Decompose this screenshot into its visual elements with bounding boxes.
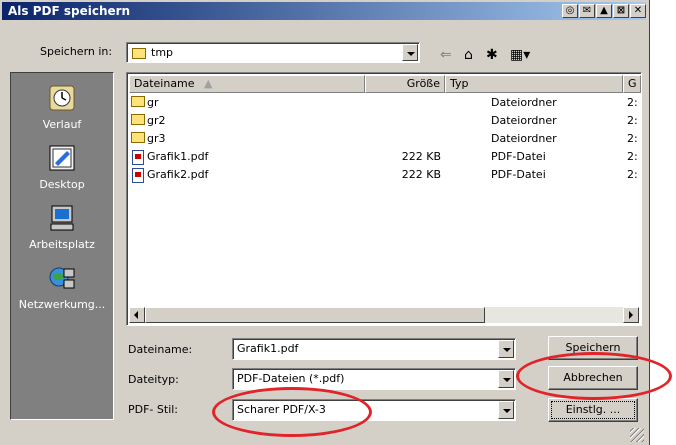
minimize-icon[interactable]: ⊠ [613, 4, 629, 18]
file-type: PDF-Datei [491, 150, 546, 163]
save-in-dropdown[interactable]: tmp [126, 42, 420, 63]
filename-label: Dateiname: [128, 343, 193, 356]
file-name: gr3 [147, 132, 166, 145]
file-name: gr2 [147, 114, 166, 127]
close-icon[interactable]: ✕ [630, 4, 646, 18]
list-item[interactable]: Grafik2.pdf 222 KB PDF-Datei 2: [129, 167, 641, 183]
chevron-down-icon[interactable] [402, 44, 418, 61]
scroll-thumb[interactable] [145, 307, 485, 323]
chevron-down-icon[interactable] [498, 370, 514, 388]
file-date: 2: [627, 168, 638, 181]
file-type: Dateiordner [491, 96, 557, 109]
dialog-title: Als PDF speichern [8, 4, 131, 18]
column-header-date[interactable]: G [623, 75, 641, 93]
file-name: Grafik2.pdf [147, 168, 209, 181]
place-history[interactable]: Verlauf [11, 83, 113, 131]
sort-ascending-icon: ▲ [204, 77, 213, 90]
settings-button[interactable]: Einstlg. ... [548, 398, 638, 422]
folder-icon [131, 132, 145, 143]
filetype-label: Dateityp: [128, 373, 179, 386]
folder-icon [131, 114, 145, 125]
place-my-computer-label: Arbeitsplatz [29, 238, 95, 251]
filename-value: Grafik1.pdf [237, 342, 299, 355]
filename-input[interactable]: Grafik1.pdf [232, 338, 516, 360]
save-in-label: Speichern in: [40, 45, 113, 58]
list-item[interactable]: gr Dateiordner 2: [129, 95, 641, 111]
scroll-left-icon[interactable] [129, 307, 145, 323]
file-size: 222 KB [401, 150, 441, 163]
file-date: 2: [627, 114, 638, 127]
places-bar: Verlauf Desktop Arbeitsplatz Netzwerkumg… [10, 72, 114, 420]
place-history-label: Verlauf [42, 118, 82, 131]
file-size: 222 KB [401, 168, 441, 181]
file-type: Dateiordner [491, 114, 557, 127]
title-bar[interactable]: Als PDF speichern ◎ ✉ ▲ ⊠ ✕ [2, 2, 646, 20]
pdf-file-icon [132, 150, 144, 165]
folder-icon [131, 96, 145, 107]
history-icon [49, 85, 75, 111]
column-header-type[interactable]: Typ [445, 75, 623, 93]
file-date: 2: [627, 150, 638, 163]
network-icon [49, 267, 75, 289]
desktop-icon [49, 145, 75, 171]
place-network[interactable]: Netzwerkumg... [11, 263, 113, 311]
folder-icon [132, 48, 146, 59]
column-header-size[interactable]: Größe [365, 75, 445, 93]
annotation-circle-pdf-style [212, 387, 372, 437]
up-folder-icon[interactable]: ⌂ [464, 47, 473, 63]
file-list[interactable]: Dateiname ▲ Größe Typ G gr Dateiordner 2… [126, 72, 642, 326]
resize-grip-icon[interactable] [630, 428, 644, 442]
chevron-down-icon[interactable] [498, 401, 514, 419]
my-computer-icon [50, 205, 74, 231]
rollup-icon[interactable]: ▲ [596, 4, 612, 18]
file-type: PDF-Datei [491, 168, 546, 181]
place-my-computer[interactable]: Arbeitsplatz [11, 203, 113, 251]
list-item[interactable]: gr2 Dateiordner 2: [129, 113, 641, 129]
file-date: 2: [627, 96, 638, 109]
list-item[interactable]: gr3 Dateiordner 2: [129, 131, 641, 147]
place-network-label: Netzwerkumg... [18, 298, 106, 311]
chevron-down-icon[interactable] [498, 340, 514, 358]
place-desktop[interactable]: Desktop [11, 143, 113, 191]
file-type: Dateiordner [491, 132, 557, 145]
context-help-icon[interactable]: ◎ [562, 4, 578, 18]
file-date: 2: [627, 132, 638, 145]
new-folder-icon[interactable]: ✱ [486, 47, 498, 63]
scroll-right-icon[interactable] [623, 307, 639, 323]
file-name: Grafik1.pdf [147, 150, 209, 163]
place-desktop-label: Desktop [39, 178, 85, 191]
filetype-value: PDF-Dateien (*.pdf) [237, 372, 345, 385]
save-in-value: tmp [151, 46, 174, 59]
annotation-circle-cancel [516, 352, 672, 400]
pdf-file-icon [132, 168, 144, 183]
mail-icon[interactable]: ✉ [579, 4, 595, 18]
horizontal-scrollbar[interactable] [129, 307, 639, 323]
column-header-name[interactable]: Dateiname ▲ [129, 75, 365, 93]
file-name: gr [147, 96, 159, 109]
view-menu-icon[interactable]: ▦▾ [510, 47, 530, 63]
pdf-style-label: PDF- Stil: [128, 403, 179, 416]
back-icon[interactable]: ⇐ [440, 47, 452, 63]
list-item[interactable]: Grafik1.pdf 222 KB PDF-Datei 2: [129, 149, 641, 165]
